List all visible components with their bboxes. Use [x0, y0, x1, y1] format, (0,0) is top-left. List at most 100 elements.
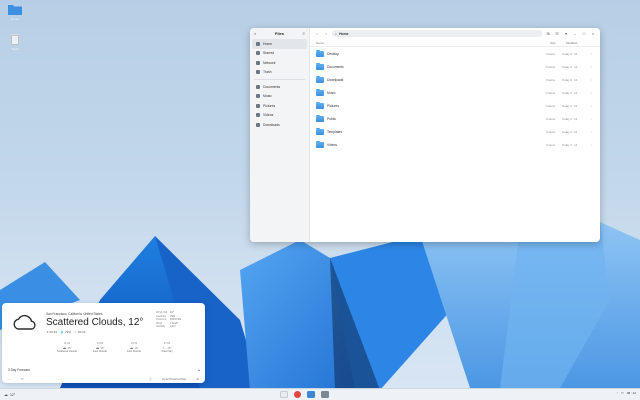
taskbar: ☁ 12° ◔ ▭ 08 : 12 [0, 388, 640, 400]
file-row[interactable]: Music 0 items Today 4 : 14 ☆ [310, 86, 600, 99]
sidebar-item-home[interactable]: Home [252, 39, 307, 49]
file-row[interactable]: Videos 0 items Today 4 : 14 ☆ [310, 138, 600, 151]
path-bar[interactable]: ⌂ Home [332, 30, 542, 37]
file-size: 0 items [546, 103, 556, 108]
weather-details: Wind chill 12° Humidity 79% Pressure 101… [156, 311, 192, 328]
forecast-item: 17:00 ☾ 15° Clear Sky [154, 342, 180, 353]
sidebar-item-music[interactable]: Music [252, 92, 307, 102]
chevron-right-icon[interactable]: ▸ [198, 368, 200, 372]
downloads-icon [256, 122, 260, 127]
minimize-icon[interactable]: – [572, 31, 578, 37]
star-icon[interactable]: ☆ [590, 78, 594, 82]
three-day-forecast-toggle[interactable]: 3 Day Forecast [8, 368, 30, 372]
taskbar-apps [280, 391, 329, 398]
file-row[interactable]: Desktop 0 items Today 4 : 14 ☆ [310, 47, 600, 60]
star-icon[interactable]: ☆ [590, 65, 594, 69]
humidity-icon: 💧 [60, 330, 65, 334]
star-icon[interactable]: ☆ [590, 104, 594, 108]
file-row[interactable]: Documents 0 items Today 4 : 14 ☆ [310, 60, 600, 73]
files-main: ‹ › ⌂ Home ⊞ ☷ ▾ – □ × Name Size Modifie… [310, 28, 600, 242]
search-icon[interactable]: ⌕ [254, 31, 256, 36]
file-row[interactable]: Templates 3 items Today 4 : 14 ☆ [310, 125, 600, 138]
back-icon[interactable]: ← [8, 377, 11, 381]
info-icon[interactable]: ⓘ [149, 377, 152, 381]
documents-icon [256, 84, 260, 89]
trash-icon [11, 34, 19, 45]
folder-icon [316, 62, 324, 70]
settings-icon[interactable]: ⚙ [196, 377, 199, 381]
column-size[interactable]: Size [550, 41, 566, 45]
detail-label: Pressure [156, 318, 167, 322]
detail-label: Visibility [156, 325, 166, 329]
file-name: Public [327, 116, 336, 121]
music-icon [256, 94, 260, 99]
column-name[interactable]: Name [316, 41, 550, 45]
file-modified: Today 4 : 14 [562, 142, 578, 147]
chevron-down-icon[interactable]: ▾ [563, 31, 569, 37]
wifi-icon[interactable]: ◔ [616, 391, 618, 395]
sidebar-item-videos[interactable]: Videos [252, 111, 307, 121]
network-icon [256, 60, 260, 65]
star-icon[interactable]: ☆ [590, 91, 594, 95]
folder-icon [316, 75, 324, 83]
system-tray: ◔ ▭ 08 : 12 [616, 391, 636, 395]
sidebar-item-label: Documents [263, 84, 281, 89]
folder-icon [316, 49, 324, 57]
file-row[interactable]: Public 0 items Today 4 : 14 ☆ [310, 112, 600, 125]
star-icon[interactable]: ☆ [590, 117, 594, 121]
cloud-icon [13, 314, 36, 330]
terminal-icon[interactable] [321, 391, 329, 398]
sidebar-item-label: Home [263, 41, 273, 46]
maximize-icon[interactable]: □ [581, 31, 587, 37]
sidebar-item-label: Pictures [263, 103, 276, 108]
forward-icon[interactable]: › [323, 31, 329, 37]
app-launcher-icon[interactable] [280, 391, 288, 398]
desktop-icon-label: Home [10, 17, 19, 21]
taskbar-weather-temp: 12° [10, 392, 16, 397]
sidebar-item-downloads[interactable]: Downloads [252, 120, 307, 130]
sidebar-item-starred[interactable]: Starred [252, 49, 307, 59]
sidebar-item-pictures[interactable]: Pictures [252, 101, 307, 111]
clock[interactable]: 08 : 12 [627, 391, 636, 395]
source-link[interactable]: OpenWeatherMap [162, 377, 186, 381]
desktop-icon-home[interactable]: Home [4, 3, 26, 21]
file-modified: Today 4 : 14 [562, 103, 578, 108]
file-name: Downloads [327, 77, 344, 82]
sidebar-item-documents[interactable]: Documents [252, 82, 307, 92]
refresh-icon[interactable]: ↻ [21, 377, 24, 381]
new-folder-icon[interactable]: ⊞ [545, 31, 551, 37]
weather-widget: San Francisco, California, United States… [2, 303, 205, 383]
star-icon[interactable]: ☆ [590, 130, 594, 134]
forecast-item: 11:00 ☁ 15° Scattered Clouds [54, 342, 80, 353]
file-name: Music [327, 90, 336, 95]
sunset-icon: ☾ [74, 330, 78, 334]
sunset-time: 20:23 [77, 330, 86, 334]
folder-icon [316, 114, 324, 122]
desktop-icon-trash[interactable]: Trash [4, 33, 26, 51]
battery-icon[interactable]: ▭ [621, 391, 624, 395]
files-app-icon[interactable] [307, 391, 315, 398]
view-options-icon[interactable]: ☷ [554, 31, 560, 37]
taskbar-weather[interactable]: ☁ 12° [4, 392, 15, 397]
close-icon[interactable]: × [590, 31, 596, 37]
file-row[interactable]: Pictures 0 items Today 4 : 14 ☆ [310, 99, 600, 112]
back-icon[interactable]: ‹ [314, 31, 320, 37]
forecast-desc: Clear Sky [161, 350, 173, 353]
files-toolbar: ‹ › ⌂ Home ⊞ ☷ ▾ – □ × [310, 28, 600, 39]
column-modified[interactable]: Modified [566, 41, 594, 45]
files-sidebar: ⌕ Files ≡ Home Starred Network Trash Doc… [250, 28, 310, 242]
file-modified: Today 4 : 14 [562, 129, 578, 134]
browser-icon[interactable] [294, 391, 301, 398]
sidebar-item-network[interactable]: Network [252, 58, 307, 68]
sidebar-item-trash[interactable]: Trash [252, 68, 307, 78]
detail-label: Wind chill [156, 311, 168, 314]
folder-icon [316, 88, 324, 96]
file-row[interactable]: Downloads 0 items Today 4 : 14 ☆ [310, 73, 600, 86]
videos-icon [256, 113, 260, 118]
weather-footer: ← ↻ ⓘ OpenWeatherMap ⚙ [2, 375, 205, 383]
star-icon[interactable]: ☆ [590, 52, 594, 56]
sidebar-item-label: Music [263, 94, 272, 99]
sunrise-icon: ☀ [46, 330, 49, 334]
menu-icon[interactable]: ≡ [303, 31, 305, 36]
star-icon[interactable]: ☆ [590, 143, 594, 147]
